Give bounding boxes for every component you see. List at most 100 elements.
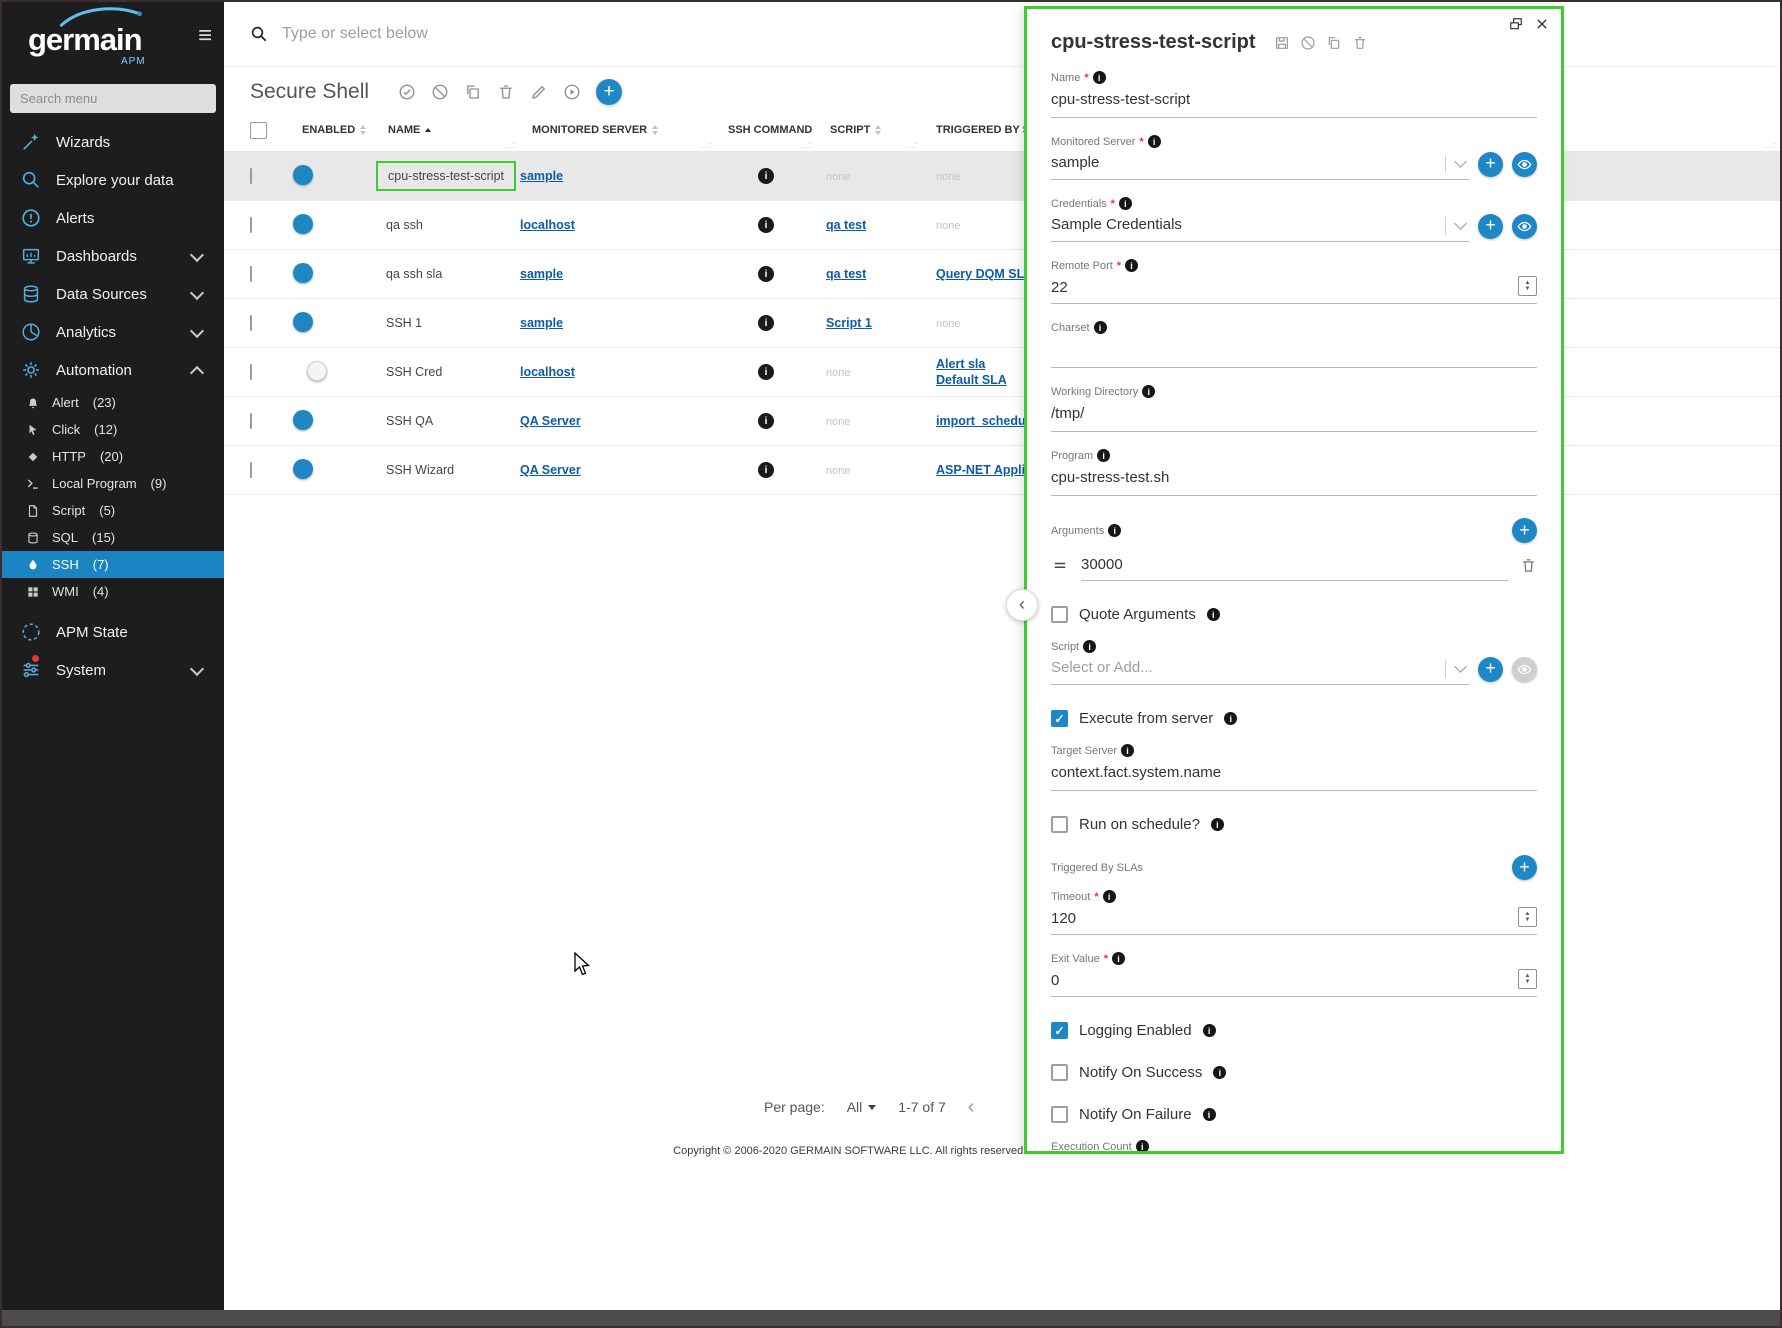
row-checkbox[interactable] xyxy=(250,364,252,380)
quote-arguments-checkbox[interactable] xyxy=(1051,606,1068,623)
sidebar-item-explore[interactable]: Explore your data xyxy=(2,161,224,199)
add-sla-button[interactable] xyxy=(1512,855,1537,880)
sidebar-item-wmi[interactable]: WMI (4) xyxy=(2,578,224,605)
info-icon[interactable] xyxy=(1136,1140,1149,1151)
exit-value-input[interactable]: 0 xyxy=(1051,972,1518,989)
select-all-checkbox[interactable] xyxy=(250,122,267,139)
clone-copy-icon[interactable] xyxy=(1326,35,1342,51)
info-icon[interactable] xyxy=(1103,890,1116,903)
col-script[interactable]: SCRIPT xyxy=(816,109,922,151)
hamburger-menu-icon[interactable] xyxy=(198,24,212,48)
argument-input[interactable]: 30000 xyxy=(1081,549,1508,581)
server-link[interactable]: localhost xyxy=(520,365,575,379)
execute-from-server-checkbox[interactable] xyxy=(1051,710,1068,727)
view-credentials-button[interactable] xyxy=(1512,214,1537,239)
sidebar-item-ssh[interactable]: SSH (7) xyxy=(2,551,224,578)
drag-handle-icon[interactable] xyxy=(1051,556,1069,574)
info-icon[interactable] xyxy=(1207,608,1220,621)
sidebar-item-click[interactable]: Click (12) xyxy=(2,416,224,443)
info-icon[interactable] xyxy=(1203,1108,1216,1121)
close-icon[interactable] xyxy=(1535,17,1549,31)
info-icon[interactable] xyxy=(1097,449,1110,462)
add-script-button[interactable] xyxy=(1478,657,1503,682)
ssh-command-info-icon[interactable] xyxy=(758,266,774,282)
disable-ban-icon[interactable] xyxy=(1300,35,1316,51)
info-icon[interactable] xyxy=(1142,385,1155,398)
sidebar-item-sql[interactable]: SQL (15) xyxy=(2,524,224,551)
number-stepper[interactable] xyxy=(1518,276,1537,296)
timeout-input[interactable]: 120 xyxy=(1051,910,1518,927)
working-directory-input[interactable]: /tmp/ xyxy=(1051,398,1537,432)
delete-argument-icon[interactable] xyxy=(1520,557,1537,574)
sidebar-item-data-sources[interactable]: Data Sources xyxy=(2,275,224,313)
info-icon[interactable] xyxy=(1108,524,1121,537)
script-link[interactable]: qa test xyxy=(826,218,866,232)
prev-page-icon[interactable] xyxy=(968,1097,975,1117)
sidebar-item-system[interactable]: System xyxy=(2,651,224,689)
add-server-button[interactable] xyxy=(1478,152,1503,177)
sidebar-item-dashboards[interactable]: Dashboards xyxy=(2,237,224,275)
save-icon[interactable] xyxy=(1274,35,1290,51)
info-icon[interactable] xyxy=(1112,952,1125,965)
edit-pencil-icon[interactable] xyxy=(530,83,548,101)
server-link[interactable]: sample xyxy=(520,316,563,330)
copy-icon[interactable] xyxy=(464,83,482,101)
charset-input[interactable] xyxy=(1051,334,1537,368)
add-credentials-button[interactable] xyxy=(1478,214,1503,239)
per-page-select[interactable]: All xyxy=(847,1099,877,1115)
col-name[interactable]: NAME xyxy=(376,109,520,151)
sidebar-item-alerts[interactable]: Alerts xyxy=(2,199,224,237)
notify-on-success-checkbox[interactable] xyxy=(1051,1064,1068,1081)
sidebar-item-script[interactable]: Script (5) xyxy=(2,497,224,524)
sidebar-item-http[interactable]: HTTP (20) xyxy=(2,443,224,470)
info-icon[interactable] xyxy=(1203,1024,1216,1037)
script-link[interactable]: qa test xyxy=(826,267,866,281)
ssh-command-info-icon[interactable] xyxy=(758,364,774,380)
row-checkbox[interactable] xyxy=(250,168,252,184)
ssh-command-info-icon[interactable] xyxy=(758,462,774,478)
info-icon[interactable] xyxy=(1093,71,1106,84)
sidebar-item-wizards[interactable]: Wizards xyxy=(2,123,224,161)
delete-trash-icon[interactable] xyxy=(1352,35,1368,51)
info-icon[interactable] xyxy=(1211,818,1224,831)
name-input[interactable]: cpu-stress-test-script xyxy=(1051,84,1537,118)
ssh-command-info-icon[interactable] xyxy=(758,315,774,331)
run-play-icon[interactable] xyxy=(563,83,581,101)
delete-trash-icon[interactable] xyxy=(497,83,515,101)
ssh-command-info-icon[interactable] xyxy=(758,217,774,233)
triggered-sla-link[interactable]: import_schedu xyxy=(936,414,1026,428)
col-monitored-server[interactable]: MONITORED SERVER xyxy=(520,109,716,151)
credentials-select[interactable]: Sample Credentials xyxy=(1051,210,1469,242)
add-new-button[interactable] xyxy=(596,79,622,105)
info-icon[interactable] xyxy=(1224,712,1237,725)
number-stepper[interactable] xyxy=(1518,907,1537,927)
disable-ban-icon[interactable] xyxy=(431,83,449,101)
server-link[interactable]: QA Server xyxy=(520,414,581,428)
col-enabled[interactable]: ENABLED xyxy=(288,109,376,151)
remote-port-input[interactable]: 22 xyxy=(1051,279,1518,296)
view-server-button[interactable] xyxy=(1512,152,1537,177)
sidebar-item-alert[interactable]: Alert (23) xyxy=(2,389,224,416)
add-argument-button[interactable] xyxy=(1512,518,1537,543)
target-server-input[interactable]: context.fact.system.name xyxy=(1051,757,1537,791)
triggered-sla-link[interactable]: Query DQM SLA xyxy=(936,267,1033,281)
run-on-schedule-checkbox[interactable] xyxy=(1051,816,1068,833)
info-icon[interactable] xyxy=(1094,321,1107,334)
script-select[interactable]: Select or Add... xyxy=(1051,653,1469,685)
row-checkbox[interactable] xyxy=(250,266,252,282)
info-icon[interactable] xyxy=(1148,135,1161,148)
expand-window-icon[interactable] xyxy=(1509,17,1523,31)
row-checkbox[interactable] xyxy=(250,315,252,331)
sidebar-item-local-program[interactable]: Local Program (9) xyxy=(2,470,224,497)
row-checkbox[interactable] xyxy=(250,413,252,429)
info-icon[interactable] xyxy=(1083,640,1096,653)
server-link[interactable]: sample xyxy=(520,267,563,281)
ssh-command-info-icon[interactable] xyxy=(758,168,774,184)
logging-enabled-checkbox[interactable] xyxy=(1051,1022,1068,1039)
number-stepper[interactable] xyxy=(1518,969,1537,989)
notify-on-failure-checkbox[interactable] xyxy=(1051,1106,1068,1123)
row-checkbox[interactable] xyxy=(250,462,252,478)
sidebar-item-automation[interactable]: Automation xyxy=(2,351,224,389)
row-checkbox[interactable] xyxy=(250,217,252,233)
col-ssh-command[interactable]: SSH COMMAND xyxy=(716,109,816,151)
